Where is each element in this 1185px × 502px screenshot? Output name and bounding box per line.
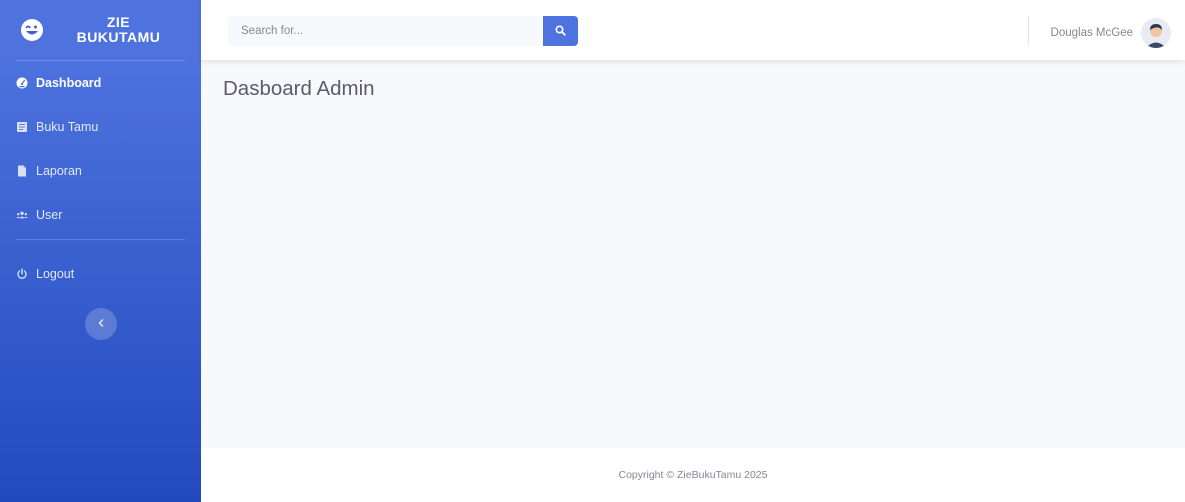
sidebar-item-label: Laporan: [36, 164, 82, 178]
search-form: [228, 16, 578, 46]
book-icon: [16, 121, 28, 133]
avatar: [1141, 18, 1171, 48]
sidebar-item-label: Logout: [36, 267, 75, 281]
user-name: Douglas McGee: [1050, 27, 1133, 39]
sidebar-divider: [16, 239, 185, 240]
file-icon: [16, 165, 28, 177]
brand-name: ZIE BUKUTAMU: [44, 15, 193, 45]
user-dropdown[interactable]: Douglas McGee: [1051, 18, 1171, 48]
tachometer-icon: [16, 77, 28, 89]
sidebar-item-user[interactable]: User: [0, 193, 201, 237]
footer: Copyright © ZieBukuTamu 2025: [201, 448, 1185, 502]
sidebar-item-label: Buku Tamu: [36, 120, 99, 134]
topbar-divider: [1028, 16, 1029, 46]
search-icon: [555, 24, 566, 39]
sidebar-item-label: User: [36, 208, 63, 222]
copyright-text: Copyright © ZieBukuTamu 2025: [618, 469, 768, 481]
topbar: Douglas McGee: [201, 0, 1185, 60]
sidebar-item-label: Dashboard: [36, 76, 102, 90]
sidebar-item-laporan[interactable]: Laporan: [0, 149, 201, 193]
sidebar-item-logout[interactable]: Logout: [0, 252, 201, 296]
chevron-left-icon: [97, 315, 105, 333]
sidebar-item-buku-tamu[interactable]: Buku Tamu: [0, 105, 201, 149]
main-content: Dasboard Admin: [201, 60, 1185, 448]
search-input[interactable]: [228, 16, 543, 46]
sidebar-toggle-button[interactable]: [84, 308, 117, 340]
power-icon: [16, 268, 28, 280]
brand-line-1: ZIE: [106, 14, 131, 30]
page-title: Dasboard Admin: [223, 77, 375, 100]
sidebar: ZIE BUKUTAMU Dashboard Buku Tamu Laporan…: [0, 0, 201, 502]
sidebar-item-dashboard[interactable]: Dashboard: [0, 61, 201, 105]
search-button[interactable]: [543, 16, 578, 46]
sidebar-toggle-wrap: [0, 308, 201, 340]
laugh-wink-icon: [20, 18, 44, 42]
users-icon: [16, 209, 28, 221]
brand-line-2: BUKUTAMU: [76, 29, 161, 45]
brand[interactable]: ZIE BUKUTAMU: [0, 0, 201, 60]
